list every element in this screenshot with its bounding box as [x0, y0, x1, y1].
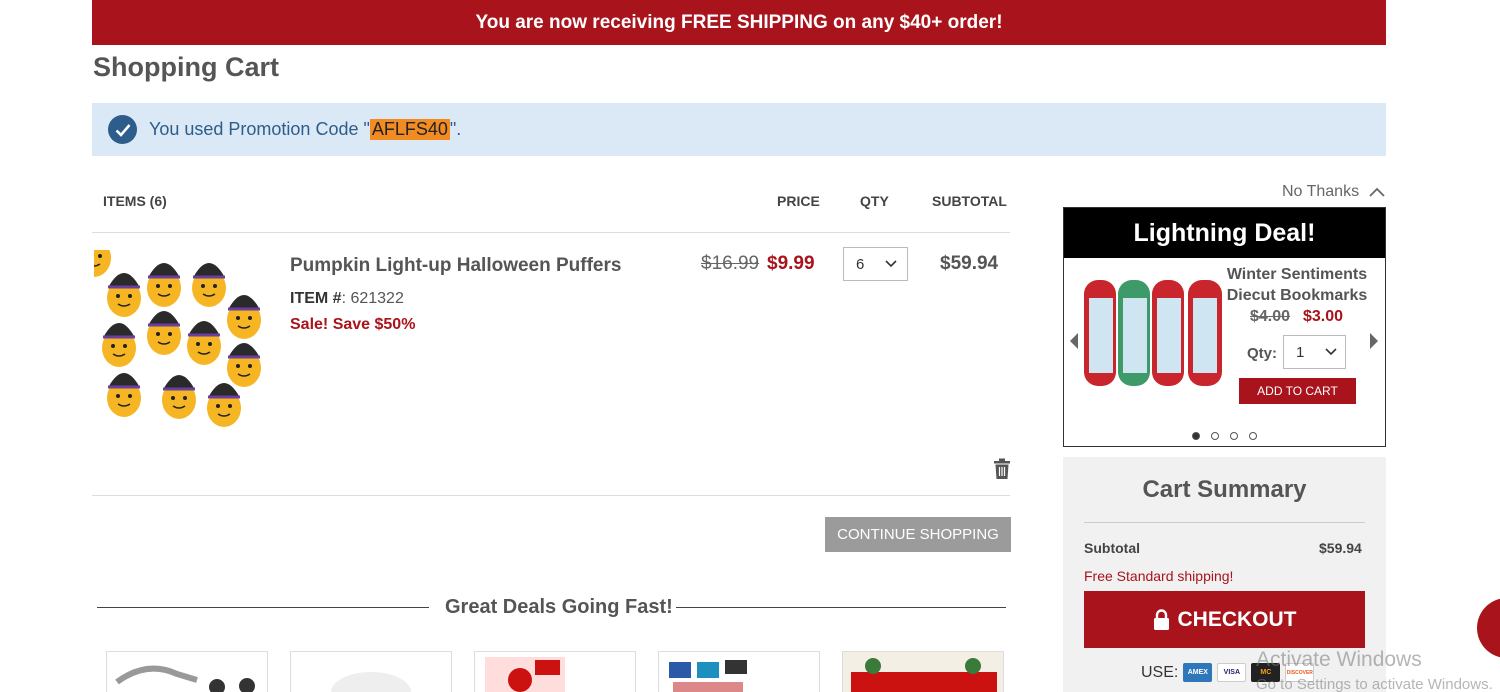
lightning-deal-widget: Lightning Deal! Winter Sentiments Diecut…	[1063, 207, 1386, 447]
lock-icon	[1153, 609, 1169, 630]
chevron-up-icon	[1369, 187, 1385, 197]
items-column-header: ITEMS (6)	[103, 193, 167, 209]
free-shipping-banner: You are now receiving FREE SHIPPING on a…	[92, 0, 1386, 45]
summary-subtotal-value: $59.94	[1319, 540, 1362, 556]
divider	[97, 607, 429, 608]
chat-icon[interactable]	[1477, 598, 1500, 658]
lightning-deal-product-image[interactable]	[1084, 278, 1224, 388]
quantity-value: 6	[856, 255, 865, 273]
line-subtotal: $59.94	[940, 253, 999, 274]
divider	[676, 607, 1006, 608]
original-price: $16.99	[701, 253, 760, 274]
carousel-dot[interactable]	[1211, 432, 1219, 440]
page-title: Shopping Cart	[93, 52, 279, 82]
deal-product-card[interactable]	[106, 651, 268, 692]
carousel-dot[interactable]	[1230, 432, 1238, 440]
carousel-prev-icon[interactable]	[1070, 333, 1078, 349]
carousel-next-icon[interactable]	[1370, 333, 1378, 349]
shipping-note: Free Standard shipping!	[1084, 568, 1234, 584]
carousel-dots	[1192, 432, 1257, 440]
deal-product-card[interactable]	[290, 651, 452, 692]
product-name-link[interactable]: Pumpkin Light-up Halloween Puffers	[290, 255, 621, 277]
lightning-deal-name-line1: Winter Sentiments	[1226, 266, 1368, 283]
divider	[92, 232, 1010, 233]
subtotal-column-header: SUBTOTAL	[932, 193, 1007, 209]
divider	[1084, 522, 1365, 523]
divider	[92, 495, 1010, 496]
cart-summary-title: Cart Summary	[1142, 476, 1307, 503]
summary-subtotal-label: Subtotal	[1084, 540, 1140, 556]
use-label: USE:	[1141, 663, 1179, 681]
checkout-label: CHECKOUT	[1177, 607, 1297, 631]
check-circle-icon	[108, 115, 137, 144]
lightning-deal-name-line2: Diecut Bookmarks	[1226, 287, 1368, 304]
item-number-value: 621322	[350, 290, 404, 307]
windows-watermark-subtitle: Go to Settings to activate Windows.	[1256, 676, 1493, 692]
trash-icon[interactable]	[992, 458, 1012, 480]
promo-suffix: ".	[449, 119, 462, 139]
sale-text: Sale! Save $50%	[290, 316, 416, 333]
deals-section-title: Great Deals Going Fast!	[445, 596, 673, 618]
carousel-dot[interactable]	[1192, 432, 1200, 440]
checkout-button[interactable]: CHECKOUT	[1084, 591, 1365, 648]
windows-watermark-title: Activate Windows	[1256, 648, 1422, 671]
no-thanks-label: No Thanks	[1282, 183, 1360, 200]
no-thanks-toggle[interactable]: No Thanks	[1282, 183, 1385, 201]
lightning-deal-original-price: $4.00	[1250, 308, 1291, 325]
lightning-deal-qty-select[interactable]: 1	[1283, 335, 1346, 369]
qty-column-header: QTY	[860, 193, 889, 209]
deal-product-card[interactable]	[474, 651, 636, 692]
promo-prefix: You used Promotion Code "	[149, 119, 370, 139]
item-number: ITEM #: 621322	[290, 290, 404, 308]
chevron-down-icon	[1325, 348, 1337, 356]
lightning-deal-qty-value: 1	[1296, 343, 1305, 361]
lightning-deal-product-name[interactable]: Winter Sentiments Diecut Bookmarks	[1224, 264, 1370, 306]
visa-icon: VISA	[1217, 663, 1247, 682]
lightning-deal-sale-price: $3.00	[1303, 308, 1344, 325]
deal-product-card[interactable]	[842, 651, 1004, 692]
promo-notice: You used Promotion Code " AFLFS40 ".	[92, 103, 1386, 156]
deal-product-card[interactable]	[658, 651, 820, 692]
price-column-header: PRICE	[777, 193, 820, 209]
quantity-select[interactable]: 6	[843, 247, 908, 281]
amex-icon: AMEX	[1183, 663, 1213, 682]
promo-code: AFLFS40	[369, 119, 450, 140]
lightning-deal-qty-label: Qty:	[1247, 345, 1277, 362]
sale-price: $9.99	[767, 253, 815, 274]
continue-shopping-button[interactable]: CONTINUE SHOPPING	[825, 517, 1011, 552]
add-to-cart-button[interactable]: ADD TO CART	[1239, 378, 1356, 404]
item-number-label: ITEM #	[290, 290, 342, 307]
chevron-down-icon	[885, 260, 897, 268]
product-image[interactable]	[77, 233, 270, 430]
lightning-deal-title: Lightning Deal!	[1064, 208, 1385, 258]
carousel-dot[interactable]	[1249, 432, 1257, 440]
